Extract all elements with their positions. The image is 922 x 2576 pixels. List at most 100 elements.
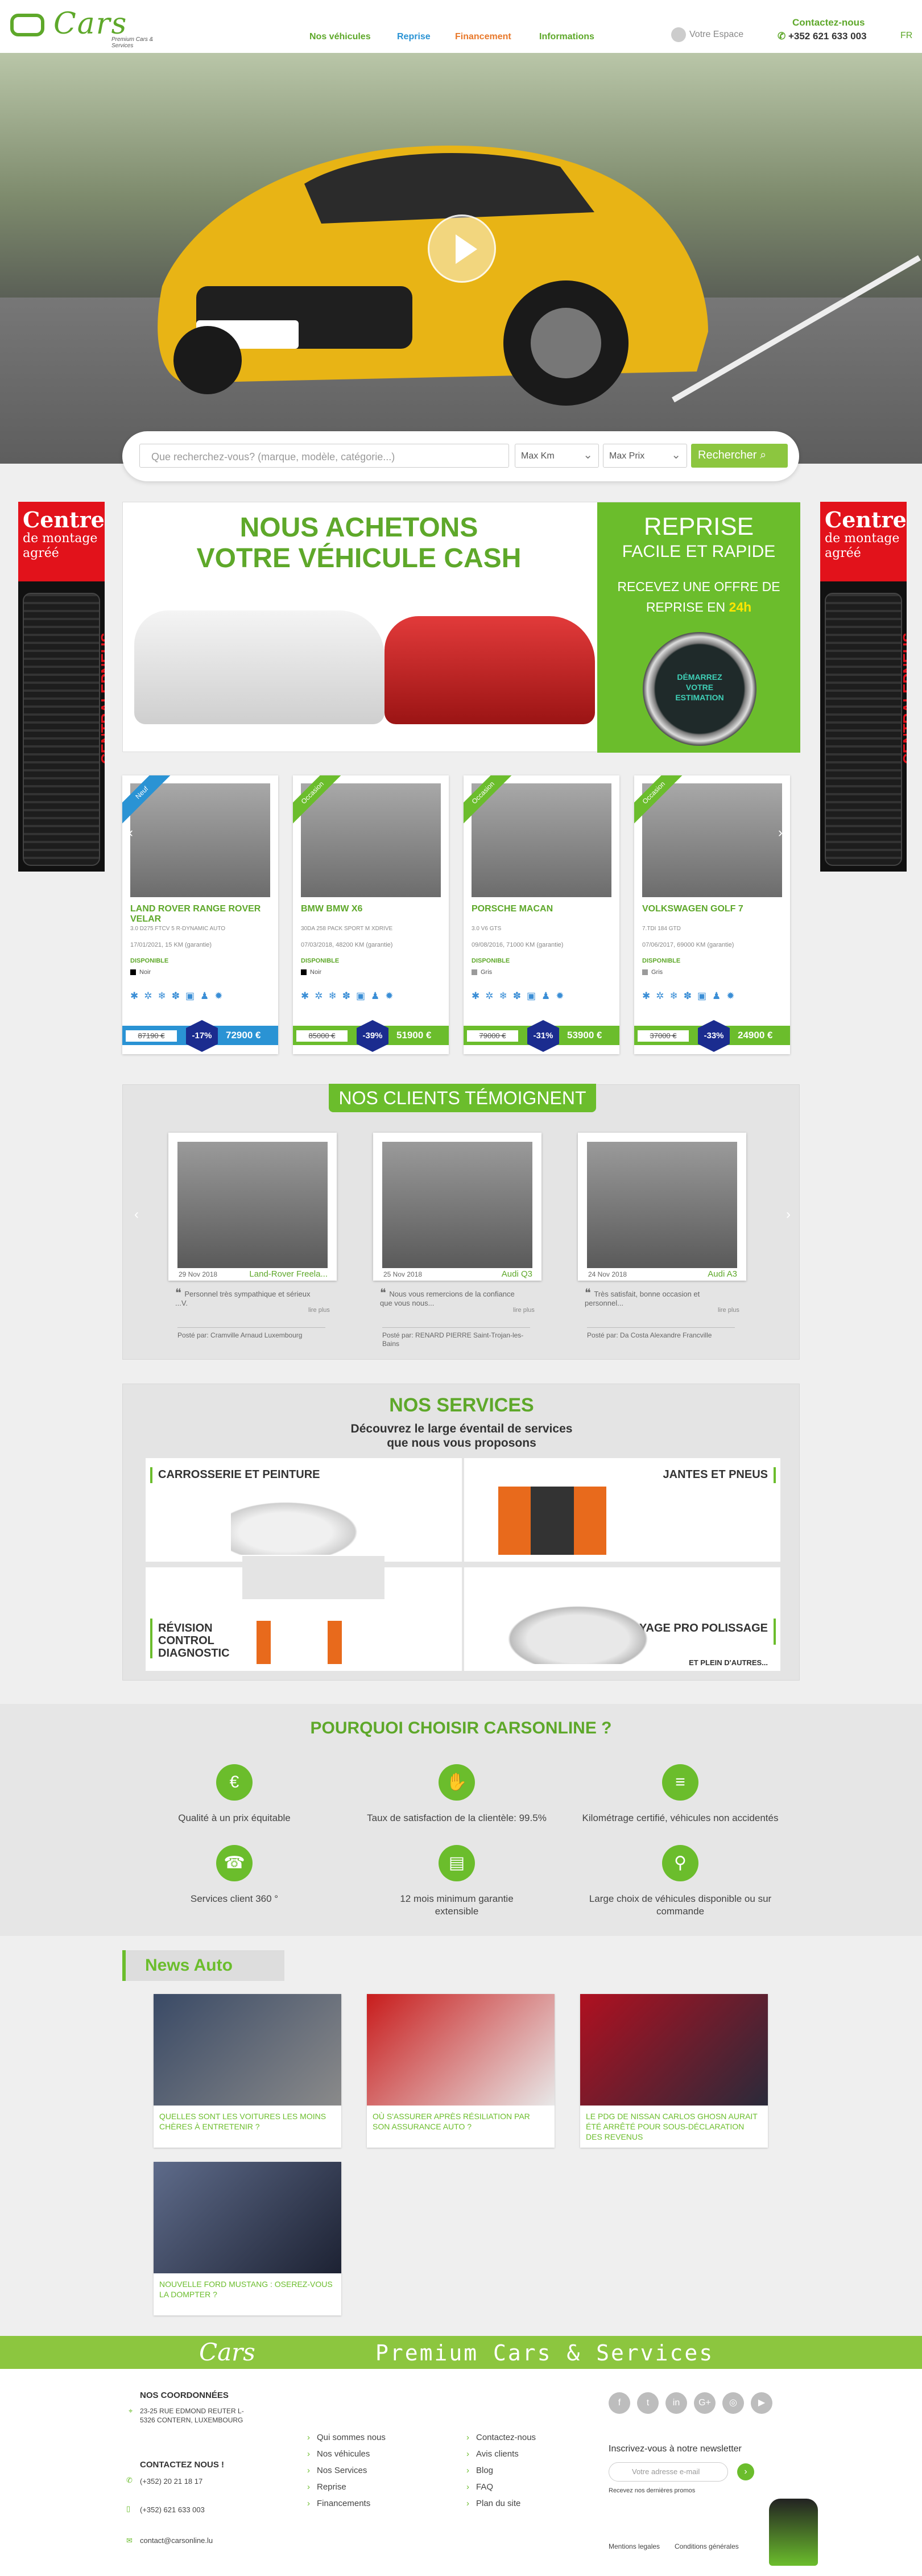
- banner-agree: agréé: [23, 546, 59, 560]
- feature-icons: ✱✲❄✽▣♟✹: [642, 990, 741, 1001]
- revision-line2: CONTROL: [158, 1634, 214, 1647]
- read-more-link[interactable]: lire plus: [308, 1307, 330, 1314]
- color-swatch: [472, 969, 477, 976]
- listing-card[interactable]: Occasion VOLKSWAGEN GOLF 7 7.TDI 184 GTD 07…: [634, 775, 790, 1054]
- language-selector[interactable]: FR: [900, 31, 912, 41]
- news-card[interactable]: LE PDG DE NISSAN CARLOS GHOSN AURAIT ÉTÉ…: [580, 1994, 768, 2148]
- footer-link[interactable]: Nos véhicules: [307, 2446, 386, 2462]
- service-jantes[interactable]: JANTES ET PNEUS: [464, 1458, 780, 1562]
- footer-coords-title: NOS COORDONNÉES: [140, 2391, 229, 2400]
- service-revision[interactable]: RÉVISION CONTROL DIAGNOSTIC: [146, 1556, 462, 1671]
- listing-color-label: Noir: [310, 969, 322, 976]
- listing-prev-arrow[interactable]: ‹: [124, 825, 138, 840]
- nav-informations[interactable]: Informations: [539, 32, 594, 42]
- testimonial-card[interactable]: 24 Nov 2018 Audi A3 ❝ Très satisfait, bonn…: [578, 1133, 746, 1355]
- newsletter-email-input[interactable]: Votre adresse e-mail: [609, 2462, 728, 2482]
- footer-tagline: Premium Cars & Services: [375, 2340, 714, 2366]
- youtube-icon[interactable]: ▶: [751, 2392, 772, 2414]
- footer-link[interactable]: Contactez-nous: [466, 2429, 536, 2446]
- linkedin-icon[interactable]: in: [665, 2392, 687, 2414]
- footer-link[interactable]: Nos Services: [307, 2462, 386, 2479]
- newsletter-submit-button[interactable]: ›: [737, 2463, 754, 2480]
- testimonials-next-arrow[interactable]: ›: [782, 1207, 795, 1222]
- feature-icons: ✱✲❄✽▣♟✹: [130, 990, 229, 1001]
- contact-link[interactable]: Contactez-nous: [792, 17, 865, 28]
- revision-line1: RÉVISION: [158, 1622, 213, 1634]
- read-more-link[interactable]: lire plus: [718, 1307, 739, 1314]
- listing-card[interactable]: Neuf LAND ROVER RANGE ROVER VELAR 3.0 D275…: [122, 775, 278, 1054]
- service-carrosserie[interactable]: CARROSSERIE ET PEINTURE: [146, 1458, 462, 1562]
- buy-banner[interactable]: NOUS ACHETONS VOTRE VÉHICULE CASH REPRISE…: [122, 502, 800, 753]
- feature-icons: ✱✲❄✽▣♟✹: [301, 990, 399, 1001]
- max-price-select[interactable]: Max Prix: [603, 444, 687, 468]
- account-link[interactable]: Votre Espace: [671, 27, 743, 42]
- search-input[interactable]: Que recherchez-vous? (marque, modèle, ca…: [139, 444, 509, 468]
- listing-card[interactable]: Occasion BMW BMW X6 30DA 258 PACK SPORT M …: [293, 775, 449, 1054]
- header-phone-number: +352 621 633 003: [788, 31, 867, 42]
- listing-price: 24900 €: [738, 1030, 773, 1041]
- listing-status: DISPONIBLE: [301, 957, 340, 964]
- site-footer: NOS COORDONNÉES ⌖ 23-25 RUE EDMOND REUTE…: [0, 2369, 922, 2576]
- color-swatch: [642, 969, 648, 976]
- price-bar: 85000 € -39% 51900 €: [293, 1020, 449, 1052]
- news-card[interactable]: NOUVELLE FORD MUSTANG : OSEREZ-VOUS LA D…: [154, 2162, 341, 2315]
- reprise-panel: REPRISE FACILE ET RAPIDE RECEVEZ UNE OFF…: [597, 502, 800, 753]
- footer-link[interactable]: Avis clients: [466, 2446, 536, 2462]
- footer-link[interactable]: Reprise: [307, 2479, 386, 2495]
- footer-link[interactable]: Plan du site: [466, 2495, 536, 2512]
- footer-link[interactable]: Blog: [466, 2462, 536, 2479]
- footer-phone1[interactable]: (+352) 20 21 18 17: [140, 2477, 202, 2486]
- testimonials-prev-arrow[interactable]: ‹: [130, 1207, 143, 1222]
- listing-spec: 3.0 D275 FTCV 5 R-DYNAMIC AUTO: [130, 926, 226, 932]
- logo-word: Cars: [53, 7, 128, 41]
- testimonial-photo: [587, 1142, 737, 1268]
- legal-link[interactable]: Mentions legales: [609, 2542, 660, 2551]
- services-more[interactable]: ET PLEIN D'AUTRES...: [689, 1658, 768, 1667]
- google-plus-icon[interactable]: G+: [694, 2392, 716, 2414]
- testimonial-card[interactable]: 25 Nov 2018 Audi Q3 ❝ Nous vous remercions…: [373, 1133, 541, 1355]
- listing-next-arrow[interactable]: ›: [774, 825, 787, 840]
- footer-phone2[interactable]: (+352) 621 633 003: [140, 2505, 205, 2515]
- nav-vehicles[interactable]: Nos véhicules: [309, 32, 371, 42]
- services-sub2: que nous vous proposons: [387, 1436, 536, 1450]
- max-km-select[interactable]: Max Km: [515, 444, 599, 468]
- handshake-icon: ✋: [439, 1764, 475, 1801]
- footer-link[interactable]: Financements: [307, 2495, 386, 2512]
- nav-reprise[interactable]: Reprise: [397, 32, 431, 42]
- why-text: 12 mois minimum garantie extensible: [400, 1893, 514, 1917]
- listing-status: DISPONIBLE: [472, 957, 510, 964]
- testimonial-author: Posté par: RENARD PIERRE Saint-Trojan-le…: [382, 1327, 530, 1348]
- news-card[interactable]: OÙ S'ASSURER APRÈS RÉSILIATION PAR SON A…: [367, 1994, 555, 2148]
- site-logo[interactable]: Cars Premium Cars & Services: [10, 7, 175, 49]
- estimation-button[interactable]: DÉMARREZ VOTRE ESTIMATION: [643, 632, 756, 746]
- why-section: POURQUOI CHOISIR CARSONLINE ? € Qualité à…: [0, 1704, 922, 1936]
- footer-links-2: Contactez-nous Avis clients Blog FAQ Pla…: [466, 2429, 536, 2512]
- side-banner-right[interactable]: Centre de montage agréé CENTRALEPNEUS: [820, 502, 907, 872]
- service-nettoyage[interactable]: NETTOYAGE PRO POLISSAGE ET PLEIN D'AUTRE…: [464, 1567, 780, 1671]
- search-bar: Que recherchez-vous? (marque, modèle, ca…: [122, 431, 799, 481]
- listing-card[interactable]: Occasion PORSCHE MACAN 3.0 V6 GTS 09/08/201…: [464, 775, 619, 1054]
- header-phone[interactable]: ✆ +352 621 633 003: [778, 31, 867, 42]
- news-image: [154, 2162, 341, 2273]
- testimonial-card[interactable]: 29 Nov 2018 Land-Rover Freela... ❝ Personn…: [168, 1133, 337, 1355]
- footer-email[interactable]: contact@carsonline.lu: [140, 2536, 213, 2545]
- listing-title: PORSCHE MACAN: [472, 904, 553, 914]
- side-banner-left[interactable]: Centre de montage agréé CENTRALEPNEUS: [18, 502, 105, 872]
- color-swatch: [130, 969, 136, 976]
- footer-address: 23-25 RUE EDMOND REUTER L-5326 CONTERN, …: [140, 2407, 244, 2424]
- why-item: ▤ 12 mois minimum garantie extensible: [354, 1845, 559, 1918]
- cgv-link[interactable]: Conditions générales: [675, 2542, 739, 2551]
- quote-icon: ❝: [585, 1287, 594, 1299]
- play-button[interactable]: [428, 214, 496, 283]
- facebook-icon[interactable]: f: [609, 2392, 630, 2414]
- footer-link[interactable]: FAQ: [466, 2479, 536, 2495]
- nav-financement[interactable]: Financement: [455, 32, 511, 42]
- search-button[interactable]: Rechercher ⌕: [691, 444, 788, 468]
- news-card[interactable]: QUELLES SONT LES VOITURES LES MOINS CHÈR…: [154, 1994, 341, 2148]
- instagram-icon[interactable]: ◎: [722, 2392, 744, 2414]
- footer-link[interactable]: Qui sommes nous: [307, 2429, 386, 2446]
- hero-video: [0, 53, 922, 464]
- listing-color: Noir: [130, 969, 151, 976]
- read-more-link[interactable]: lire plus: [513, 1307, 535, 1314]
- twitter-icon[interactable]: t: [637, 2392, 659, 2414]
